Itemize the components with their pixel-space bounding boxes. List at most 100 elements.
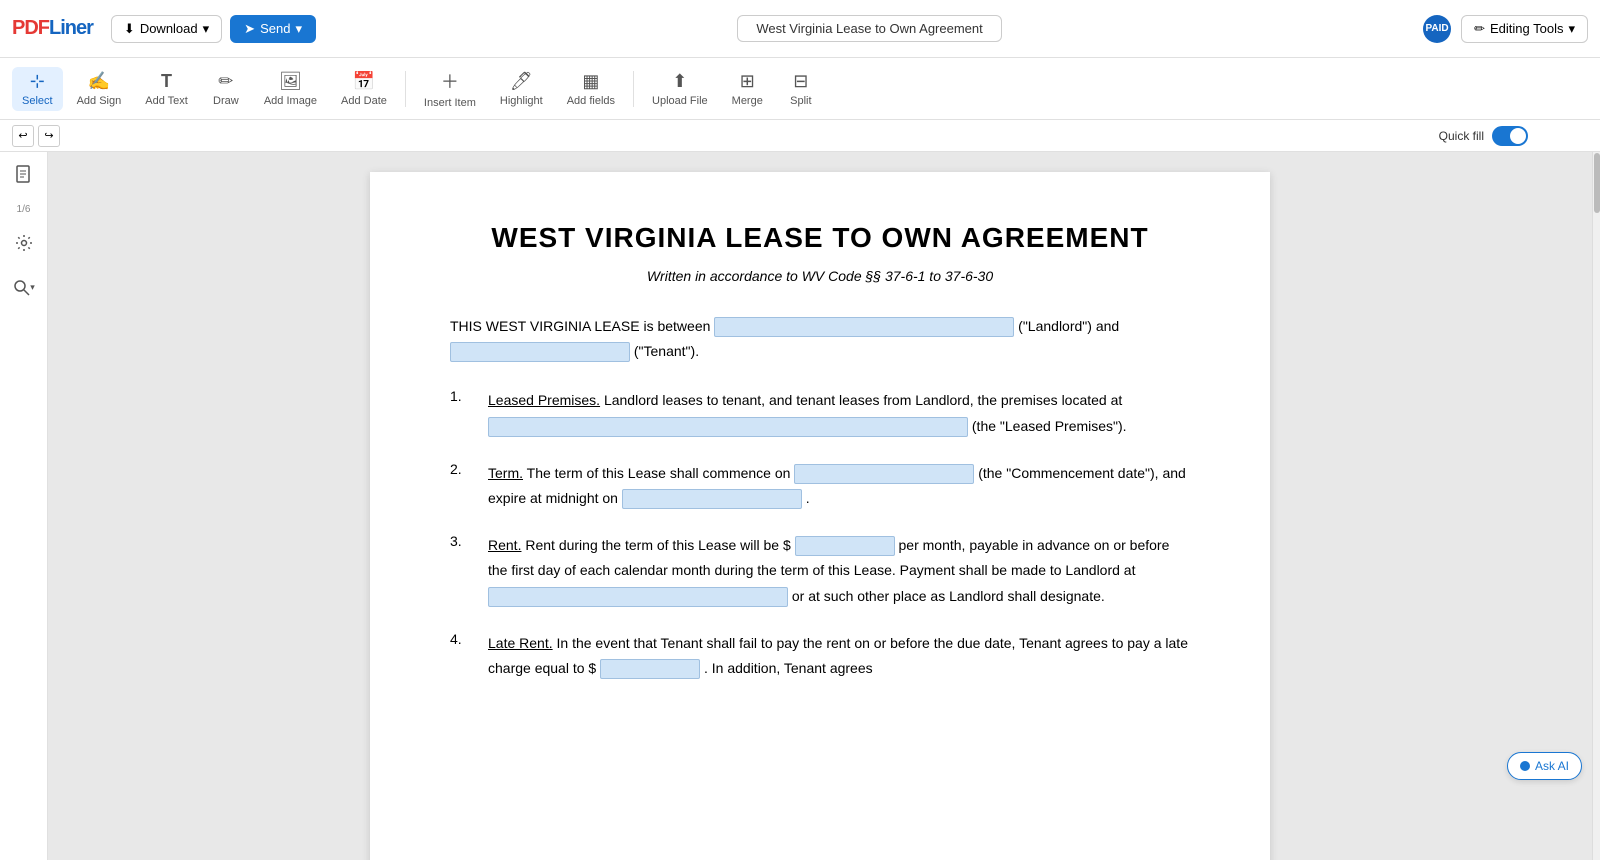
tool-add-sign[interactable]: ✍ Add Sign [67,67,132,111]
section-3-num: 3. [450,533,474,609]
tenant-name-field[interactable] [450,342,630,362]
sidebar-zoom-icon[interactable]: ▾ [8,271,40,303]
download-label: Download [140,21,198,36]
section-3-title: Rent. [488,537,521,553]
download-icon: ⬇ [124,21,135,37]
editing-tools-chevron-icon: ▾ [1568,21,1575,37]
tool-merge-label: Merge [732,95,763,107]
top-right-area: PAID ✏ Editing Tools ▾ [1423,15,1588,43]
toolbar-separator-1 [405,71,406,107]
upload-file-icon: ⬆ [672,71,687,92]
add-image-icon: 🖼 [279,71,302,92]
payment-address-field[interactable] [488,587,788,607]
app-logo: PDFLiner [12,17,93,40]
section-4-body: Late Rent. In the event that Tenant shal… [488,631,1190,681]
redo-button[interactable]: ↪ [38,125,60,147]
sidebar-settings-icon[interactable] [8,227,40,259]
doc-page: WEST VIRGINIA LEASE TO OWN AGREEMENT Wri… [370,172,1270,860]
quick-fill-area: Quick fill [1439,126,1528,146]
doc-viewport[interactable]: WEST VIRGINIA LEASE TO OWN AGREEMENT Wri… [48,152,1592,860]
send-label: Send [260,21,290,36]
scrollbar-thumb[interactable] [1594,153,1600,213]
logo-suffix: Liner [49,17,93,39]
undo-icon: ↩ [18,129,27,142]
highlight-icon: 🖊 [510,71,533,92]
tool-add-image-label: Add Image [264,95,317,107]
right-scrollbar[interactable] [1592,152,1600,860]
section-2-num: 2. [450,461,474,511]
page-indicator: 1/6 [17,204,31,215]
main-area: 1/6 ▾ WEST VIRGINIA LEASE TO OWN AGREEME… [0,152,1600,860]
redo-icon: ↪ [44,129,53,142]
ask-ai-dot-icon [1520,761,1530,771]
paid-label: PAID [1426,23,1449,34]
select-icon: ⊹ [30,71,45,92]
section-4: 4. Late Rent. In the event that Tenant s… [450,631,1190,681]
download-chevron-icon: ▾ [203,21,210,37]
section-3-text: Rent during the term of this Lease will … [525,537,794,553]
section-1: 1. Leased Premises. Landlord leases to t… [450,388,1190,438]
merge-icon: ⊞ [740,71,755,92]
ask-ai-label: Ask AI [1535,759,1569,773]
tool-draw-label: Draw [213,95,239,107]
section-1-num: 1. [450,388,474,438]
doc-title-text: West Virginia Lease to Own Agreement [756,21,982,36]
tool-insert-item-label: Insert Item [424,97,476,109]
section-2-title: Term. [488,465,523,481]
document-subtitle: Written in accordance to WV Code §§ 37-6… [450,268,1190,284]
send-button[interactable]: ➤ Send ▾ [230,15,316,43]
doc-title-center: West Virginia Lease to Own Agreement [316,15,1423,42]
section-4-title: Late Rent. [488,635,553,651]
sidebar-pages-icon[interactable] [8,160,40,192]
tool-insert-item[interactable]: ＋ Insert Item [414,64,486,113]
tool-upload-file[interactable]: ⬆ Upload File [642,67,718,111]
send-chevron-icon: ▾ [295,21,302,37]
page-number: 1/6 [17,204,31,215]
undo-button[interactable]: ↩ [12,125,34,147]
doc-intro: THIS WEST VIRGINIA LEASE is between ("La… [450,314,1190,364]
top-bar: PDFLiner ⬇ Download ▾ ➤ Send ▾ West Virg… [0,0,1600,58]
intro-prefix: THIS WEST VIRGINIA LEASE is between [450,318,710,334]
sub-toolbar: ↩ ↪ Quick fill [0,120,1600,152]
late-charge-field[interactable] [600,659,700,679]
split-icon: ⊟ [793,71,808,92]
intro-landlord-suffix: ("Landlord") and [1018,318,1119,334]
landlord-name-field[interactable] [714,317,1014,337]
tool-highlight-label: Highlight [500,95,543,107]
expiry-date-field[interactable] [622,489,802,509]
editing-tools-button[interactable]: ✏ Editing Tools ▾ [1461,15,1588,43]
toggle-knob [1510,128,1526,144]
insert-item-icon: ＋ [441,68,459,94]
download-button[interactable]: ⬇ Download ▾ [111,15,222,43]
draw-icon: ✏ [218,71,233,92]
section-1-suffix: (the "Leased Premises"). [972,418,1127,434]
rent-amount-field[interactable] [795,536,895,556]
send-icon: ➤ [244,21,255,37]
tool-select[interactable]: ⊹ Select [12,67,63,111]
tool-merge[interactable]: ⊞ Merge [722,67,773,111]
tool-add-date[interactable]: 📅 Add Date [331,67,397,111]
tool-upload-file-label: Upload File [652,95,708,107]
section-1-title: Leased Premises. [488,392,600,408]
leased-premises-field[interactable] [488,417,968,437]
tool-split[interactable]: ⊟ Split [777,67,825,111]
intro-tenant-suffix: ("Tenant"). [634,343,699,359]
tool-highlight[interactable]: 🖊 Highlight [490,67,553,111]
editing-tools-label: Editing Tools [1490,21,1563,36]
tool-add-fields[interactable]: ▦ Add fields [557,67,625,111]
ask-ai-button[interactable]: Ask AI [1507,752,1582,780]
tool-add-image[interactable]: 🖼 Add Image [254,67,327,111]
tool-draw[interactable]: ✏ Draw [202,67,250,111]
section-3: 3. Rent. Rent during the term of this Le… [450,533,1190,609]
section-2-suffix: . [806,490,810,506]
toolbar: ⊹ Select ✍ Add Sign T Add Text ✏ Draw 🖼 … [0,58,1600,120]
tool-split-label: Split [790,95,811,107]
add-sign-icon: ✍ [88,71,110,92]
add-date-icon: 📅 [353,71,375,92]
commencement-date-field[interactable] [794,464,974,484]
section-2: 2. Term. The term of this Lease shall co… [450,461,1190,511]
quick-fill-toggle[interactable] [1492,126,1528,146]
tool-add-text[interactable]: T Add Text [135,67,198,111]
document-title: WEST VIRGINIA LEASE TO OWN AGREEMENT [450,222,1190,254]
tool-add-date-label: Add Date [341,95,387,107]
